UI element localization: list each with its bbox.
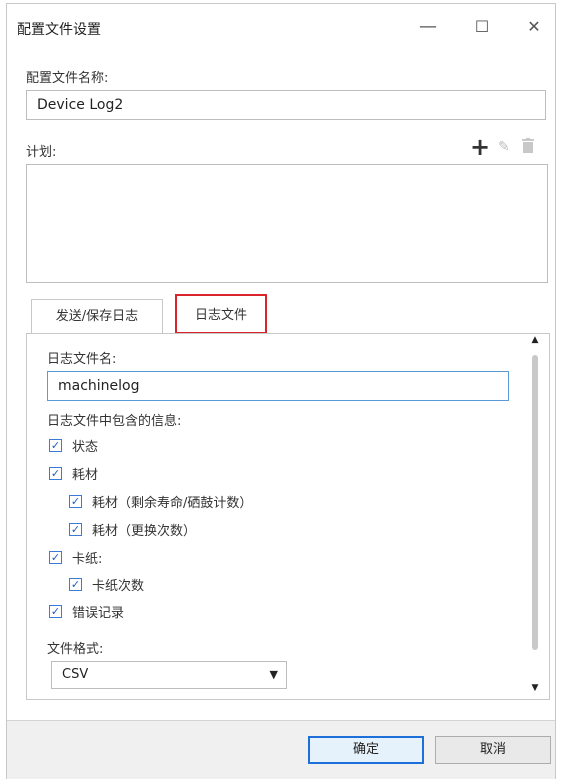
scroll-down-arrow-icon[interactable]: ▼ bbox=[527, 683, 543, 693]
ok-button[interactable]: 确定 bbox=[308, 736, 424, 764]
checkbox-row-supplies-remaining-life[interactable]: ✓ 耗材（剩余寿命/硒鼓计数） bbox=[69, 490, 252, 512]
title-bar: 配置文件设置 — ☐ ✕ bbox=[7, 4, 555, 50]
checkbox-label-paper-jam-count: 卡纸次数 bbox=[92, 578, 145, 594]
checkbox-label-error-log: 错误记录 bbox=[72, 605, 125, 621]
checkbox-row-paper-jam-count[interactable]: ✓ 卡纸次数 bbox=[69, 573, 144, 595]
checkbox-supplies-remaining-life[interactable]: ✓ bbox=[69, 494, 82, 508]
checkbox-supplies-replacements[interactable]: ✓ bbox=[69, 522, 82, 536]
cancel-button[interactable]: 取消 bbox=[435, 736, 551, 764]
tab-send-save-log[interactable]: 发送/保存日志 bbox=[31, 299, 163, 334]
tab-log-file[interactable]: 日志文件 bbox=[175, 294, 267, 334]
checkbox-label-supplies: 耗材 bbox=[72, 467, 99, 483]
plan-list[interactable] bbox=[26, 164, 548, 283]
checkbox-error-log[interactable]: ✓ bbox=[49, 604, 62, 618]
checkbox-row-error-log[interactable]: ✓ 错误记录 bbox=[49, 600, 124, 622]
checkbox-paper-jam-count[interactable]: ✓ bbox=[69, 577, 82, 591]
log-info-label: 日志文件中包含的信息: bbox=[47, 414, 182, 429]
file-format-label: 文件格式: bbox=[47, 642, 104, 657]
log-file-name-label: 日志文件名: bbox=[47, 352, 117, 367]
profile-settings-dialog: 配置文件设置 — ☐ ✕ 配置文件名称: Device Log2 计划: + ✎… bbox=[6, 3, 556, 779]
window-title: 配置文件设置 bbox=[17, 22, 101, 38]
close-button[interactable]: ✕ bbox=[511, 12, 557, 42]
checkbox-label-supplies-replacements: 耗材（更换次数） bbox=[92, 523, 197, 539]
checkbox-label-supplies-remaining-life: 耗材（剩余寿命/硒鼓计数） bbox=[92, 495, 253, 511]
checkbox-label-status: 状态 bbox=[72, 439, 99, 455]
chevron-down-icon: ▼ bbox=[269, 668, 278, 681]
maximize-button[interactable]: ☐ bbox=[459, 12, 505, 42]
pencil-icon[interactable]: ✎ bbox=[498, 137, 510, 157]
log-file-name-input[interactable]: machinelog bbox=[47, 371, 509, 401]
checkbox-paper-jam[interactable]: ✓ bbox=[49, 550, 62, 564]
checkbox-label-paper-jam: 卡纸: bbox=[72, 551, 103, 567]
file-format-select[interactable]: CSV ▼ bbox=[51, 661, 287, 689]
trash-icon[interactable] bbox=[522, 137, 534, 157]
checkbox-row-paper-jam[interactable]: ✓ 卡纸: bbox=[49, 546, 102, 568]
plan-label: 计划: bbox=[26, 145, 57, 160]
profile-name-input[interactable]: Device Log2 bbox=[26, 90, 546, 120]
checkbox-row-supplies-replacements[interactable]: ✓ 耗材（更换次数） bbox=[69, 518, 196, 540]
checkbox-row-supplies[interactable]: ✓ 耗材 bbox=[49, 462, 98, 484]
file-format-value: CSV bbox=[62, 667, 89, 682]
minimize-button[interactable]: — bbox=[405, 12, 451, 42]
scroll-thumb[interactable] bbox=[532, 355, 538, 650]
checkbox-supplies[interactable]: ✓ bbox=[49, 466, 62, 480]
scroll-up-arrow-icon[interactable]: ▲ bbox=[527, 335, 543, 345]
plus-icon[interactable]: + bbox=[470, 135, 490, 159]
checkbox-status[interactable]: ✓ bbox=[49, 438, 62, 452]
profile-name-label: 配置文件名称: bbox=[26, 71, 109, 86]
panel-scrollbar[interactable]: ▲ ▼ bbox=[527, 335, 543, 697]
checkbox-row-status[interactable]: ✓ 状态 bbox=[49, 434, 98, 456]
